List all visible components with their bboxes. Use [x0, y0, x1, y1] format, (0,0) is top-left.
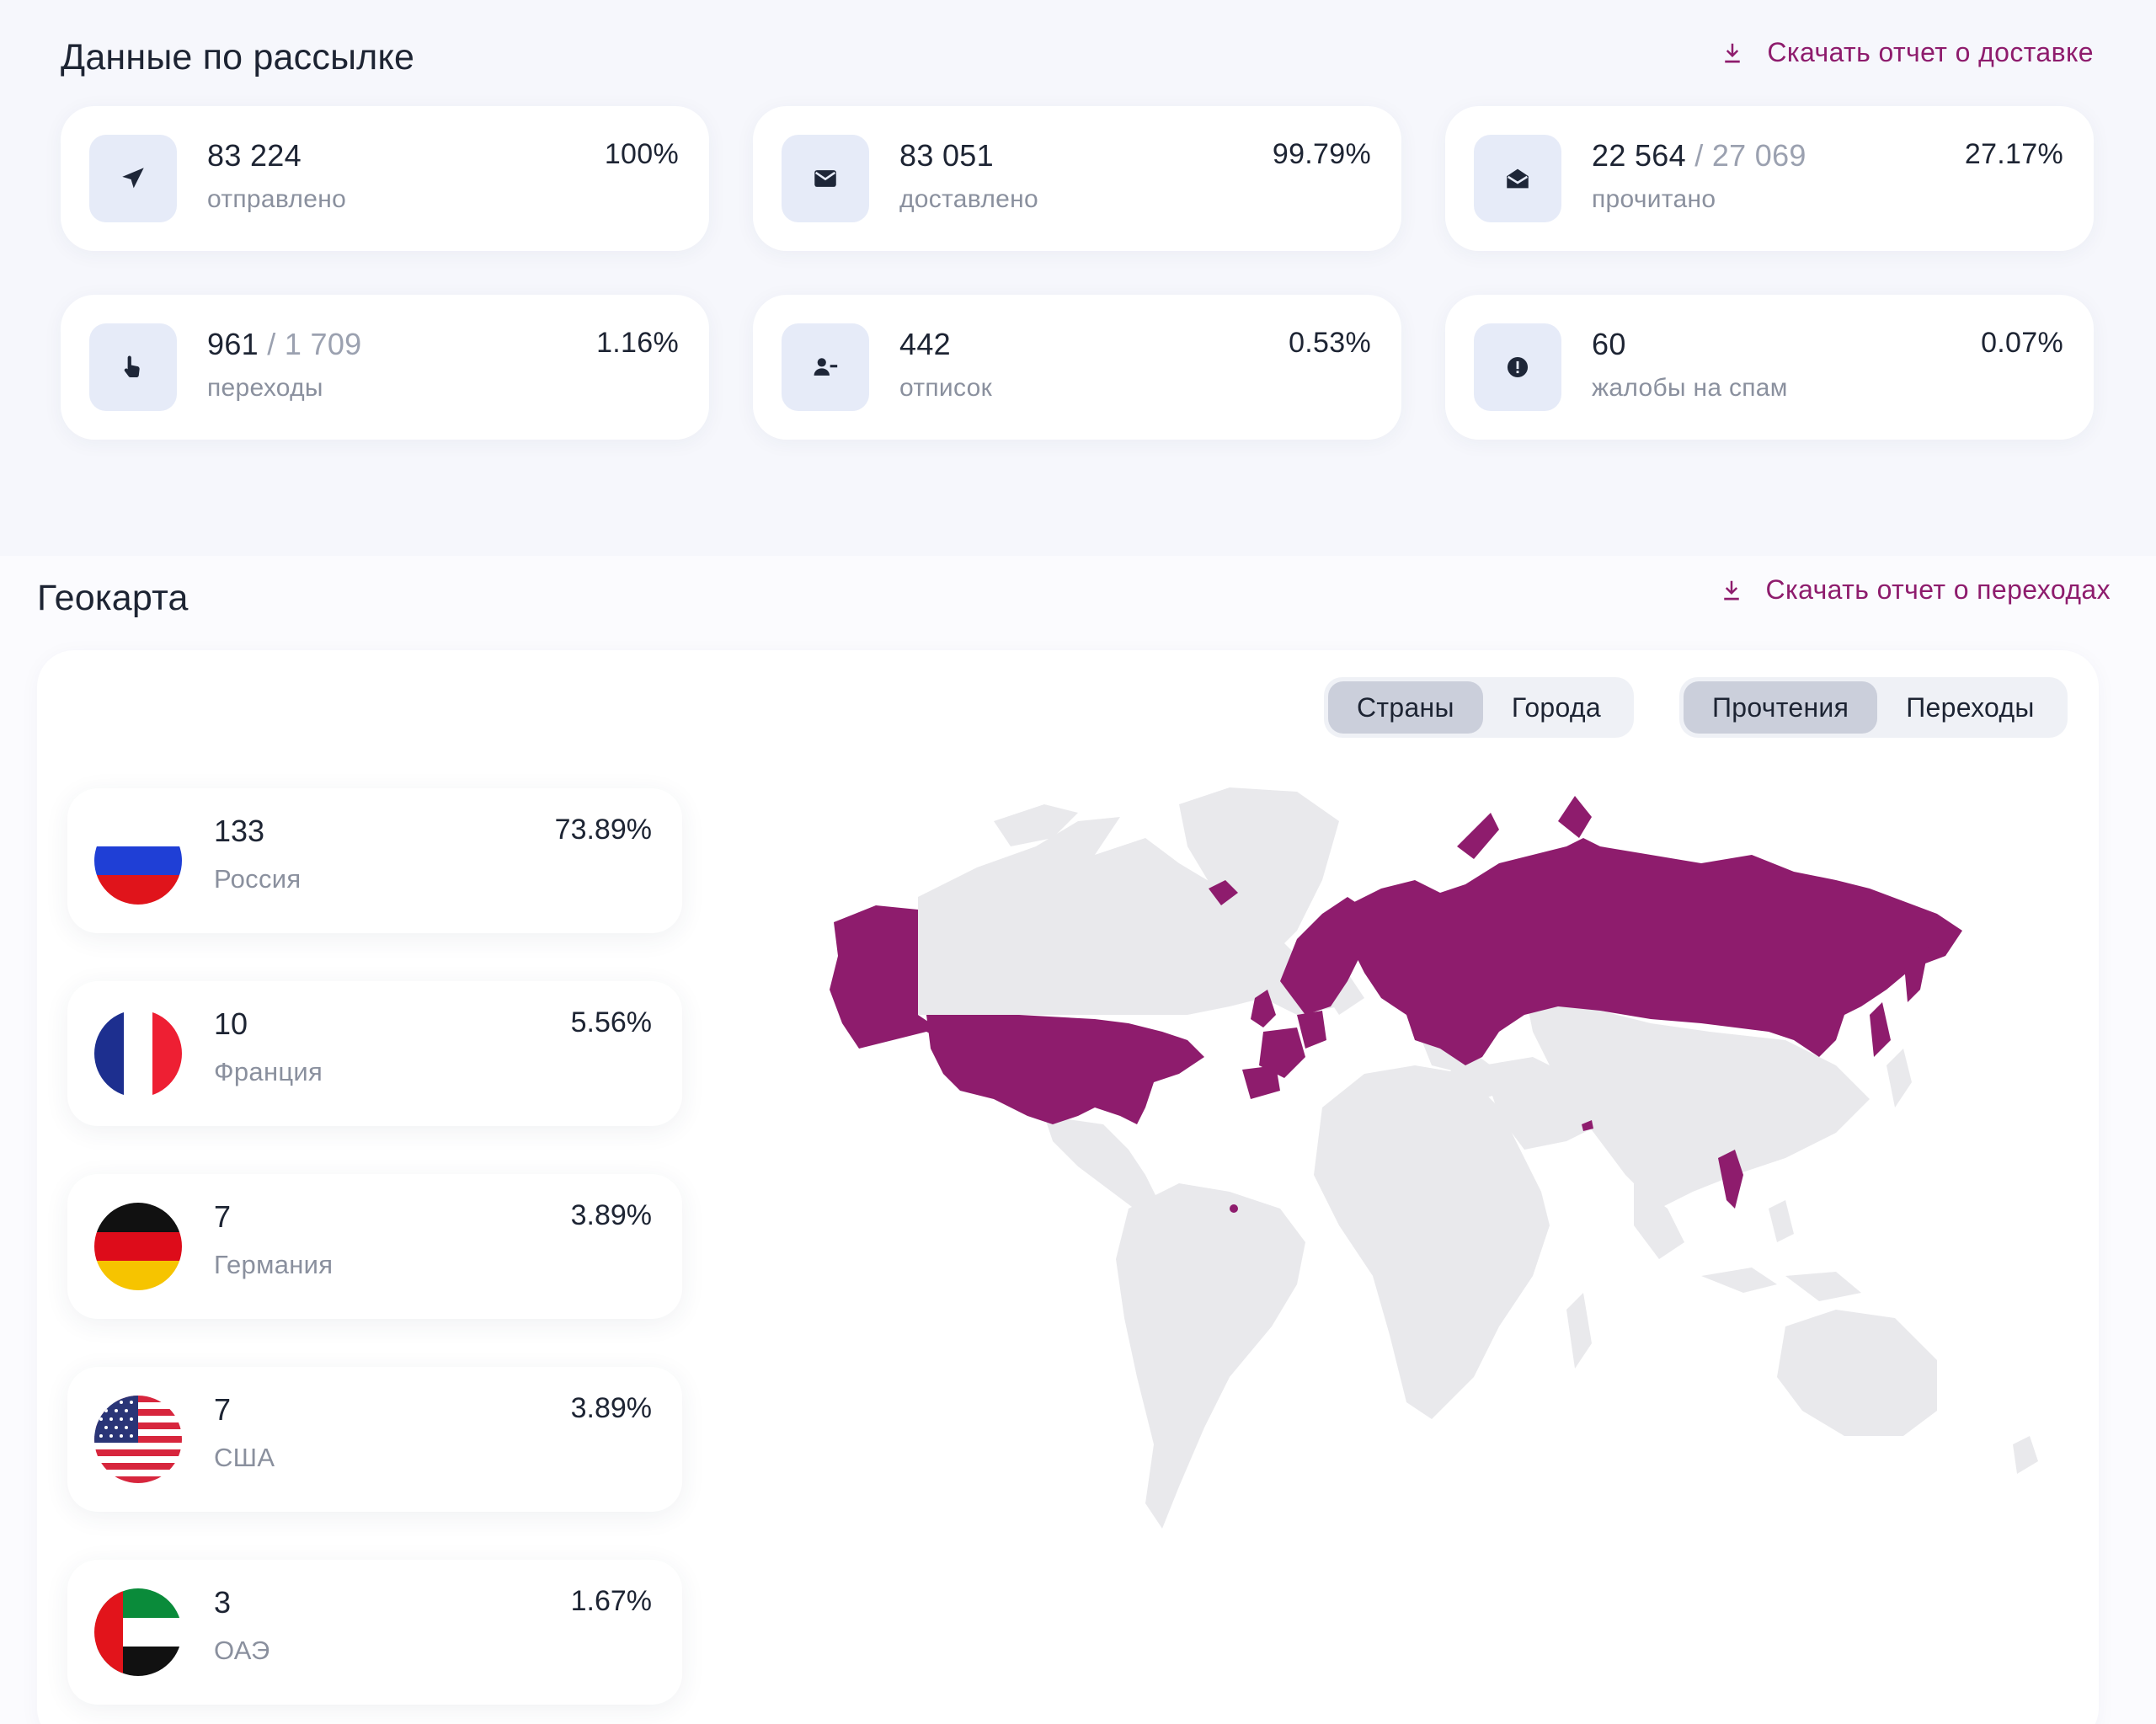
country-percent: 3.89% — [570, 1392, 652, 1424]
country-name: Россия — [214, 864, 302, 894]
stat-card-delivered: 83 051 доставлено 99.79% — [753, 106, 1401, 251]
scope-toggle: Страны Города — [1324, 677, 1634, 738]
metric-toggle: Прочтения Переходы — [1679, 677, 2068, 738]
country-percent: 3.89% — [570, 1199, 652, 1231]
stat-value: 83 224 — [207, 138, 302, 173]
country-card-germany[interactable]: 7 Германия 3.89% — [67, 1174, 682, 1319]
envelope-icon — [782, 135, 869, 222]
stat-value: 60 — [1592, 327, 1626, 361]
stat-label: отписок — [899, 374, 993, 402]
stat-value: 83 051 — [899, 138, 994, 173]
russia-flag-icon — [94, 817, 182, 905]
delivery-section: Данные по рассылке Скачать отчет о доста… — [0, 0, 2156, 520]
stat-value: 442 — [899, 327, 951, 361]
stat-percent: 0.07% — [1981, 327, 2063, 359]
tab-reads[interactable]: Прочтения — [1684, 681, 1878, 734]
country-name: Германия — [214, 1250, 334, 1279]
stat-percent: 99.79% — [1272, 138, 1371, 170]
stat-label: отправлено — [207, 185, 347, 213]
alert-circle-icon — [1474, 323, 1561, 411]
stat-percent: 1.16% — [596, 327, 679, 359]
country-card-russia[interactable]: 133 Россия 73.89% — [67, 788, 682, 933]
map-island-sakhalin — [1870, 1002, 1891, 1057]
country-count: 3 — [214, 1585, 232, 1620]
country-count: 7 — [214, 1392, 232, 1427]
geo-title: Геокарта — [37, 578, 189, 618]
stat-card-unsubscribes: 442 отписок 0.53% — [753, 295, 1401, 440]
country-name: ОАЭ — [214, 1636, 270, 1665]
map-country-usa[interactable] — [926, 1015, 1204, 1124]
stat-label: жалобы на спам — [1592, 374, 1788, 402]
stat-percent: 100% — [604, 138, 679, 170]
tab-countries[interactable]: Страны — [1328, 681, 1483, 734]
stat-percent: 27.17% — [1964, 138, 2063, 170]
germany-flag-icon — [94, 1203, 182, 1290]
map-island-novaya-zemlya — [1457, 813, 1499, 859]
download-delivery-report-label: Скачать отчет о доставке — [1767, 37, 2094, 67]
stat-card-spam: 60 жалобы на спам 0.07% — [1445, 295, 2094, 440]
map-country-germany[interactable] — [1297, 1011, 1326, 1049]
country-card-uae[interactable]: 3 ОАЭ 1.67% — [67, 1560, 682, 1705]
country-card-france[interactable]: 10 Франция 5.56% — [67, 981, 682, 1126]
country-percent: 73.89% — [554, 814, 652, 846]
download-clicks-report-link[interactable]: Скачать отчет о переходах — [1719, 574, 2111, 606]
stat-value: 22 564 / 27 069 — [1592, 138, 1806, 173]
country-percent: 1.67% — [570, 1585, 652, 1617]
download-icon — [1723, 580, 1739, 600]
uae-flag-icon — [94, 1588, 182, 1676]
map-region-kamchatka — [1903, 947, 1929, 1002]
stat-card-clicks: 961 / 1 709 переходы 1.16% — [61, 295, 709, 440]
user-minus-icon — [782, 323, 869, 411]
stat-label: прочитано — [1592, 185, 1716, 213]
country-card-usa[interactable]: 7 США 3.89% — [67, 1367, 682, 1512]
delivery-title: Данные по рассылке — [61, 37, 415, 77]
stat-label: переходы — [207, 374, 323, 402]
download-icon — [1725, 43, 1741, 62]
tab-clicks[interactable]: Переходы — [1877, 681, 2063, 734]
country-name: Франция — [214, 1057, 323, 1086]
stat-value: 961 / 1 709 — [207, 327, 362, 361]
pointer-hand-icon — [89, 323, 177, 411]
stat-percent: 0.53% — [1289, 327, 1371, 359]
stat-card-sent: 83 224 отправлено 100% — [61, 106, 709, 251]
send-icon — [89, 135, 177, 222]
usa-flag-icon — [94, 1396, 182, 1483]
download-delivery-report-link[interactable]: Скачать отчет о доставке — [1720, 37, 2094, 68]
stat-label: доставлено — [899, 185, 1038, 213]
map-island-severnaya-zemlya — [1558, 796, 1592, 838]
country-name: США — [214, 1443, 275, 1472]
france-flag-icon — [94, 1010, 182, 1097]
download-clicks-report-label: Скачать отчет о переходах — [1765, 574, 2111, 605]
country-count: 7 — [214, 1199, 232, 1234]
stat-card-read: 22 564 / 27 069 прочитано 27.17% — [1445, 106, 2094, 251]
world-map[interactable] — [825, 787, 2080, 1630]
map-country-venezuela[interactable] — [1230, 1204, 1238, 1213]
map-country-spain[interactable] — [1242, 1065, 1280, 1099]
tab-cities[interactable]: Города — [1483, 681, 1630, 734]
country-count: 133 — [214, 814, 265, 848]
country-percent: 5.56% — [570, 1006, 652, 1038]
country-count: 10 — [214, 1006, 248, 1041]
envelope-open-icon — [1474, 135, 1561, 222]
